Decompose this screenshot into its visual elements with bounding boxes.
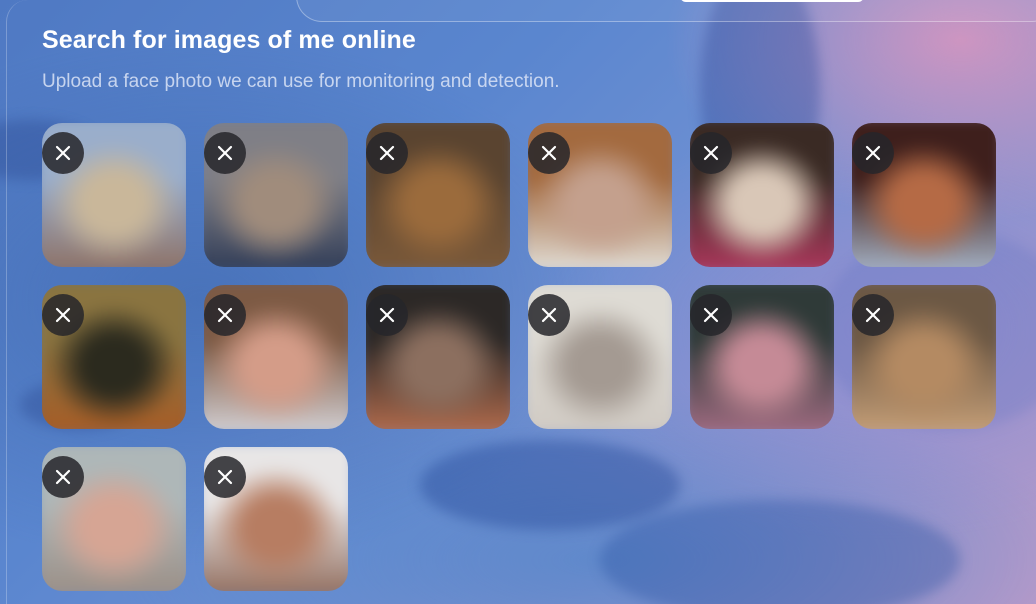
close-icon xyxy=(379,145,395,161)
close-icon xyxy=(379,307,395,323)
page-subtitle: Upload a face photo we can use for monit… xyxy=(42,71,560,92)
photo-tile[interactable] xyxy=(690,285,834,429)
close-icon xyxy=(217,145,233,161)
photo-tile[interactable] xyxy=(42,123,186,267)
close-icon xyxy=(217,307,233,323)
photo-grid xyxy=(42,123,996,591)
remove-photo-button[interactable] xyxy=(528,294,570,336)
photo-tile[interactable] xyxy=(42,285,186,429)
close-icon xyxy=(55,469,71,485)
photo-tile[interactable] xyxy=(204,285,348,429)
close-icon xyxy=(703,145,719,161)
remove-photo-button[interactable] xyxy=(42,294,84,336)
remove-photo-button[interactable] xyxy=(690,132,732,174)
remove-photo-button[interactable] xyxy=(204,294,246,336)
close-icon xyxy=(217,469,233,485)
remove-photo-button[interactable] xyxy=(204,456,246,498)
close-icon xyxy=(865,307,881,323)
remove-photo-button[interactable] xyxy=(42,132,84,174)
close-icon xyxy=(865,145,881,161)
remove-photo-button[interactable] xyxy=(690,294,732,336)
close-icon xyxy=(55,307,71,323)
photo-tile[interactable] xyxy=(528,285,672,429)
remove-photo-button[interactable] xyxy=(366,294,408,336)
close-icon xyxy=(541,307,557,323)
page-title: Search for images of me online xyxy=(42,26,416,54)
photo-tile[interactable] xyxy=(42,447,186,591)
close-icon xyxy=(55,145,71,161)
photo-tile[interactable] xyxy=(366,123,510,267)
photo-tile[interactable] xyxy=(204,123,348,267)
remove-photo-button[interactable] xyxy=(852,132,894,174)
photo-tile[interactable] xyxy=(690,123,834,267)
close-icon xyxy=(541,145,557,161)
remove-photo-button[interactable] xyxy=(528,132,570,174)
remove-photo-button[interactable] xyxy=(42,456,84,498)
photo-tile[interactable] xyxy=(366,285,510,429)
photo-tile[interactable] xyxy=(528,123,672,267)
close-icon xyxy=(703,307,719,323)
remove-photo-button[interactable] xyxy=(852,294,894,336)
photo-tile[interactable] xyxy=(852,285,996,429)
photo-tile[interactable] xyxy=(852,123,996,267)
remove-photo-button[interactable] xyxy=(366,132,408,174)
remove-photo-button[interactable] xyxy=(204,132,246,174)
photo-tile[interactable] xyxy=(204,447,348,591)
